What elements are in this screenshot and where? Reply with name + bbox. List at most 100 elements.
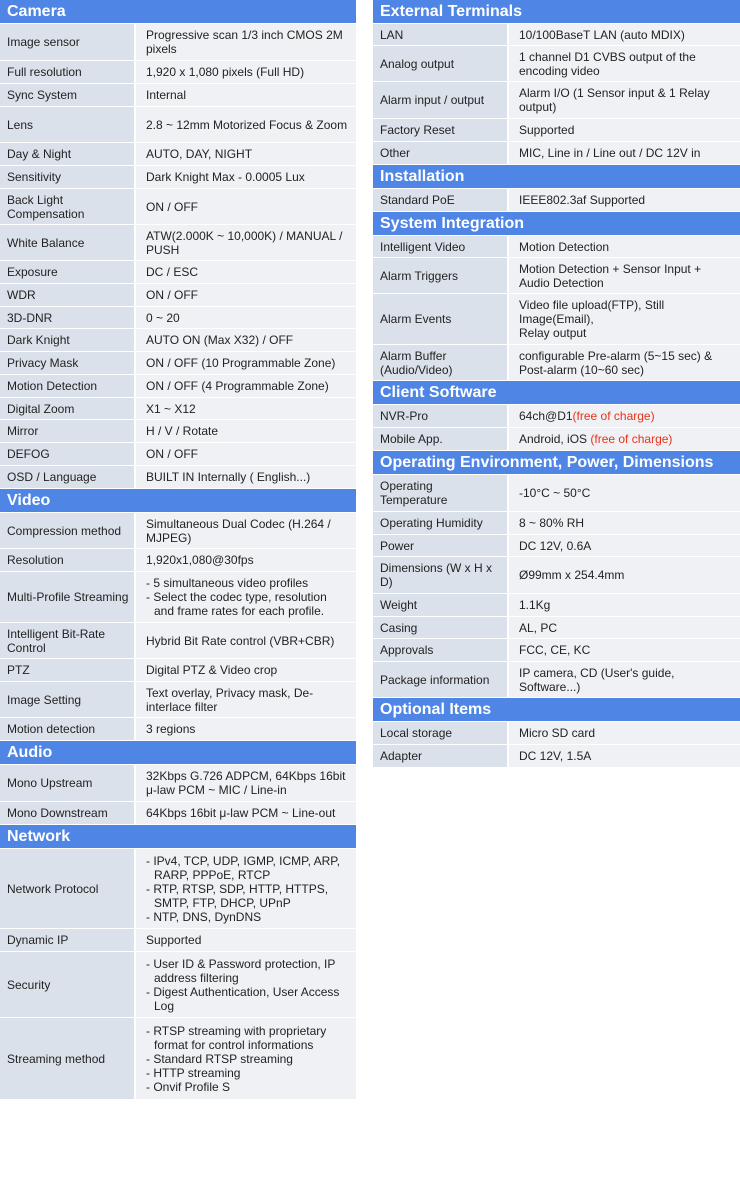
spec-row-white-balance: White Balance ATW(2.000K ~ 10,000K) / MAN… [0,225,356,261]
spec-value: Simultaneous Dual Codec (H.264 / MJPEG) [136,513,356,548]
spec-value: Alarm I/O (1 Sensor input & 1 Relay outp… [509,82,740,118]
spec-value-text: DC 12V, 0.6A [519,538,592,553]
spec-value: 2.8 ~ 12mm Motorized Focus & Zoom [136,107,356,142]
spec-row-standard-poe: Standard PoE IEEE802.3af Supported [373,189,740,212]
spec-row-dimensions-w-x-h-x-d: Dimensions (W x H x D) Ø99mm x 254.4mm [373,557,740,594]
spec-label: NVR-Pro [373,405,509,427]
spec-value-item: - Digest Authentication, User Access Log [146,984,340,1013]
spec-value: Motion Detection [509,236,740,257]
spec-label: DEFOG [0,443,136,465]
spec-label: WDR [0,284,136,306]
spec-row-mirror: Mirror H / V / Rotate [0,420,356,443]
spec-row-intelligent-video: Intelligent Video Motion Detection [373,236,740,258]
spec-value: ON / OFF (10 Programmable Zone) [136,352,356,374]
spec-label: Dimensions (W x H x D) [373,557,509,593]
spec-value-text: 64ch@D1 [519,409,573,423]
spec-value-text: -10°C ~ 50°C [519,486,591,500]
spec-value-text: Alarm I/O (1 Sensor input & 1 Relay outp… [519,86,710,114]
spec-label: Image sensor [0,24,136,60]
spec-value-text: X1 ~ X12 [146,401,196,416]
spec-label: Motion Detection [0,375,136,397]
spec-value-text: Internal [146,88,187,102]
spec-label: Image Setting [0,682,136,717]
spec-row-digital-zoom: Digital Zoom X1 ~ X12 [0,398,356,420]
spec-row-image-setting: Image Setting Text overlay, Privacy mask,… [0,682,356,718]
spec-label: Power [373,535,509,556]
spec-value: Dark Knight Max - 0.0005 Lux [136,166,356,188]
spec-value: - 5 simultaneous video profiles - Select … [136,572,356,622]
spec-label: Operating Temperature [373,475,509,511]
section-header-video: Video [0,489,356,513]
spec-label: Mono Upstream [0,765,136,801]
spec-label: Alarm input / output [373,82,509,118]
spec-value: 0 ~ 20 [136,307,356,328]
spec-row-motion-detection: Motion detection 3 regions [0,718,356,741]
spec-row-alarm-events: Alarm Events Video file upload(FTP), Stil… [373,294,740,345]
spec-value-text: Hybrid Bit Rate control (VBR+CBR) [146,633,335,648]
spec-label: PTZ [0,659,136,681]
spec-row-analog-output: Analog output 1 channel D1 CVBS output of… [373,46,740,82]
spec-value: Video file upload(FTP), Still Image(Email… [509,294,740,344]
spec-row-image-sensor: Image sensor Progressive scan 1/3 inch CM… [0,24,356,61]
spec-label: Operating Humidity [373,512,509,534]
spec-row-operating-temperature: Operating Temperature -10°C ~ 50°C [373,475,740,512]
spec-value: DC / ESC [136,261,356,283]
spec-value-text: IEEE802.3af Supported [519,193,646,207]
spec-label: Package information [373,662,509,697]
section-header-operating-environment-power-dimensions: Operating Environment, Power, Dimensions [373,451,740,475]
spec-row-exposure: Exposure DC / ESC [0,261,356,284]
spec-value-text: ATW(2.000K ~ 10,000K) / MANUAL / PUSH [146,228,343,257]
spec-value-text: Text overlay, Privacy mask, De-interlace… [146,685,314,714]
spec-value-item: - RTP, RTSP, SDP, HTTP, HTTPS, SMTP, FTP… [146,881,329,910]
spec-row-privacy-mask: Privacy Mask ON / OFF (10 Programmable Zo… [0,352,356,375]
spec-value-text: 10/100BaseT LAN (auto MDIX) [519,27,685,42]
spec-value-text: FCC, CE, KC [519,643,591,657]
spec-row-adapter: Adapter DC 12V, 1.5A [373,745,740,768]
spec-label: Sync System [0,84,136,106]
spec-value: -10°C ~ 50°C [509,475,740,511]
section-header-network: Network [0,825,356,849]
section-header-audio: Audio [0,741,356,765]
spec-row-sensitivity: Sensitivity Dark Knight Max - 0.0005 Lux [0,166,356,189]
spec-label: Dark Knight [0,329,136,351]
section-header-external-terminals: External Terminals [373,0,740,24]
spec-value: AUTO ON (Max X32) / OFF [136,329,356,351]
spec-value: Text overlay, Privacy mask, De-interlace… [136,682,356,717]
spec-row-lan: LAN 10/100BaseT LAN (auto MDIX) [373,24,740,46]
spec-value-text: Supported [519,123,575,137]
spec-row-factory-reset: Factory Reset Supported [373,119,740,142]
spec-value-text: 32Kbps G.726 ADPCM, 64Kbps 16bit μ-law P… [146,769,346,797]
spec-value-text: Android, iOS [519,432,591,446]
spec-value-item: - RTSP streaming with proprietary format… [146,1023,327,1052]
spec-value: 32Kbps G.726 ADPCM, 64Kbps 16bit μ-law P… [136,765,356,801]
section-header-client-software: Client Software [373,381,740,405]
spec-label: Motion detection [0,718,136,740]
spec-value: IEEE802.3af Supported [509,189,740,211]
spec-value: 64ch@D1(free of charge) [509,405,740,427]
spec-row-approvals: Approvals FCC, CE, KC [373,639,740,662]
spec-value-item: - Standard RTSP streaming [146,1051,293,1066]
spec-value-text: ON / OFF (4 Programmable Zone) [146,379,329,393]
spec-value-text: Digital PTZ & Video crop [146,663,278,677]
spec-label: Mobile App. [373,428,509,450]
spec-value-text: 8 ~ 80% RH [519,516,585,530]
spec-row-operating-humidity: Operating Humidity 8 ~ 80% RH [373,512,740,535]
spec-label: LAN [373,24,509,45]
spec-row-multi-profile-streaming: Multi-Profile Streaming - 5 simultaneous … [0,572,356,623]
spec-value-item: - HTTP streaming [146,1065,241,1080]
spec-value: BUILT IN Internally ( English...) [136,466,356,488]
spec-label: Resolution [0,549,136,571]
free-of-charge-note: (free of charge) [590,432,673,446]
spec-value: 1 channel D1 CVBS output of the encoding… [509,46,740,81]
spec-row-defog: DEFOG ON / OFF [0,443,356,466]
spec-value-text: 1,920 x 1,080 pixels (Full HD) [146,65,305,79]
spec-value: DC 12V, 1.5A [509,745,740,767]
spec-value: IP camera, CD (User's guide, Software...… [509,662,740,697]
spec-label: Network Protocol [0,849,136,928]
spec-value-text: 64Kbps 16bit μ-law PCM ~ Line-out [146,806,336,820]
spec-row-casing: Casing AL, PC [373,617,740,639]
spec-value: Android, iOS (free of charge) [509,428,740,450]
spec-value: 8 ~ 80% RH [509,512,740,534]
spec-label: Alarm Events [373,294,509,344]
spec-value-text: configurable Pre-alarm (5~15 sec) & Post… [519,348,713,377]
